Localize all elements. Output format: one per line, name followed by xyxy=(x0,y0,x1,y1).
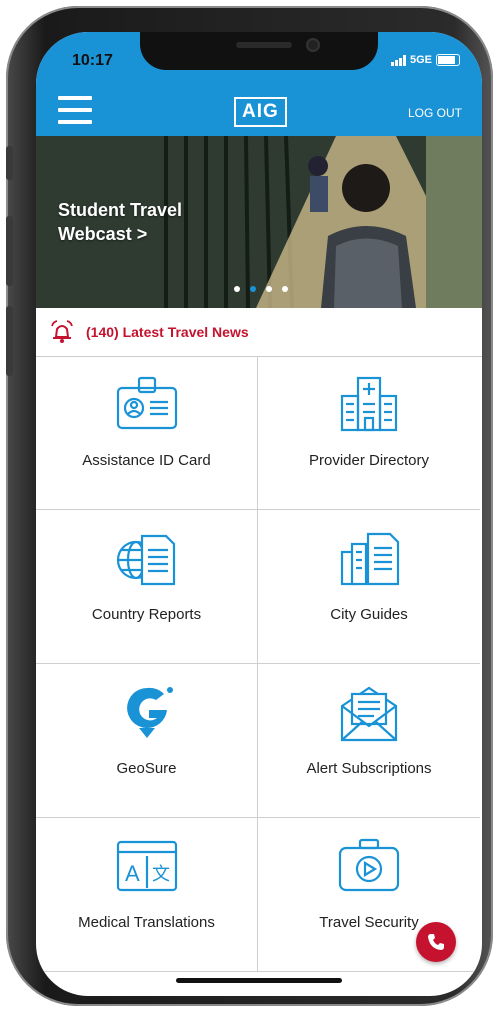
network-type: 5GE xyxy=(409,54,432,66)
tile-alert-subscriptions[interactable]: Alert Subscriptions xyxy=(258,664,480,818)
travel-news-link[interactable]: (140) Latest Travel News xyxy=(36,308,482,357)
carousel-dot[interactable] xyxy=(234,286,240,292)
news-label[interactable]: (140) Latest Travel News xyxy=(86,324,249,340)
app-screen: 10:17 5GE AIG LOG OUT Student Travel Web… xyxy=(36,32,482,996)
tile-country-reports[interactable]: Country Reports xyxy=(36,510,258,664)
battery-icon xyxy=(436,54,460,66)
hospital-building-icon xyxy=(340,376,398,432)
mute-switch xyxy=(6,146,13,180)
status-time: 10:17 xyxy=(72,52,113,69)
phone-frame: 10:17 5GE AIG LOG OUT Student Travel Web… xyxy=(6,6,493,1006)
svg-text:A: A xyxy=(125,861,140,886)
carousel-dot[interactable] xyxy=(282,286,288,292)
phone-icon xyxy=(428,934,444,950)
tile-city-guides[interactable]: City Guides xyxy=(258,510,480,664)
speaker-grille xyxy=(236,42,292,48)
hamburger-menu-icon[interactable] xyxy=(58,96,92,124)
carousel-dots[interactable] xyxy=(234,286,288,292)
tile-geosure[interactable]: GeoSure xyxy=(36,664,258,818)
tile-medical-translations[interactable]: A 文 Medical Translations xyxy=(36,818,258,972)
volume-down-button xyxy=(6,306,13,376)
device-notch xyxy=(140,32,378,70)
camera-case-icon xyxy=(338,838,400,892)
tile-label: City Guides xyxy=(330,606,408,623)
tile-label: Country Reports xyxy=(91,606,202,623)
tile-label: Medical Translations xyxy=(78,914,215,931)
volume-up-button xyxy=(6,216,13,286)
home-indicator[interactable] xyxy=(176,978,342,983)
aig-logo: AIG xyxy=(234,97,287,127)
envelope-letter-icon xyxy=(340,686,398,742)
carousel-dot[interactable] xyxy=(266,286,272,292)
globe-document-icon xyxy=(116,534,175,586)
carousel-dot-active[interactable] xyxy=(250,286,256,292)
tile-label: Provider Directory xyxy=(308,452,430,469)
city-document-icon xyxy=(340,532,400,586)
tile-provider-directory[interactable]: Provider Directory xyxy=(258,356,480,510)
translate-icon: A 文 xyxy=(116,840,177,892)
status-indicators: 5GE xyxy=(390,54,460,66)
logout-button[interactable]: LOG OUT xyxy=(408,106,462,120)
tile-assistance-id-card[interactable]: Assistance ID Card xyxy=(36,356,258,510)
id-card-icon xyxy=(116,376,177,430)
banner-title[interactable]: Student Travel Webcast > xyxy=(58,198,218,246)
signal-icon xyxy=(390,54,406,66)
promo-banner[interactable]: Student Travel Webcast > xyxy=(36,136,482,308)
svg-text:文: 文 xyxy=(152,864,170,885)
geosure-logo-icon xyxy=(126,687,173,738)
emergency-call-button[interactable] xyxy=(416,922,456,962)
top-bar: 10:17 5GE AIG LOG OUT xyxy=(36,32,482,136)
tile-label: Alert Subscriptions xyxy=(306,760,432,777)
alarm-bell-icon xyxy=(51,320,73,343)
tile-label: GeoSure xyxy=(116,760,177,777)
front-camera xyxy=(308,40,318,50)
tile-label: Assistance ID Card xyxy=(82,452,211,469)
